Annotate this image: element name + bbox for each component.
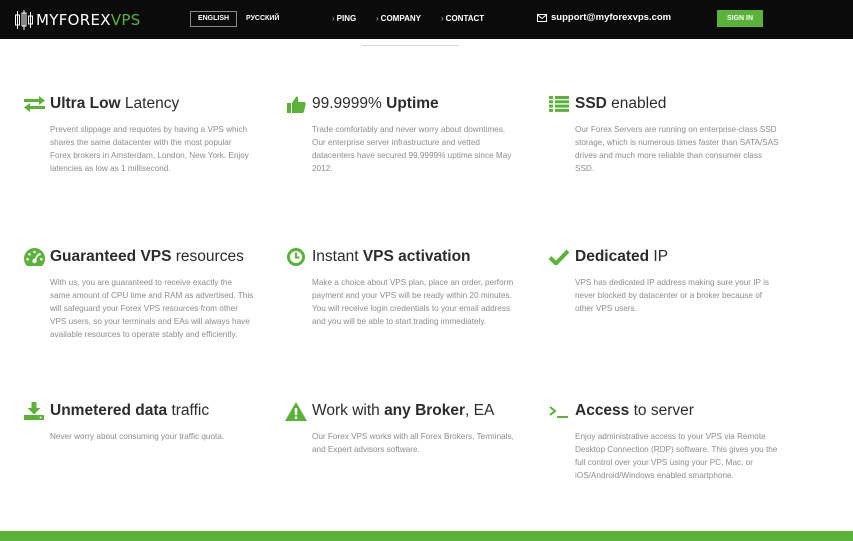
sign-in-button[interactable]: SIGN IN — [717, 10, 763, 27]
chevron-right-icon: › — [376, 14, 379, 23]
feature-heading: SSD enabled — [548, 93, 666, 115]
feature-heading: 99.9999% Uptime — [285, 93, 439, 115]
dashboard-gauge-icon — [23, 246, 45, 268]
feature-heading: Ultra Low Latency — [23, 93, 179, 115]
title-pre: Instant — [312, 248, 363, 265]
feature-description: VPS has dedicated IP address making sure… — [575, 278, 770, 313]
feature-heading: Access to server — [548, 400, 694, 422]
checkmark-icon — [548, 246, 570, 268]
logo-text: MYFOREXVPS — [36, 10, 141, 29]
feature-title: Dedicated IP — [575, 248, 668, 266]
top-navigation-bar: MYFOREXVPS ENGLISH РУССКИЙ › PING › COMPAN… — [0, 0, 853, 39]
feature-description: Our Forex VPS works with all Forex Broke… — [312, 432, 514, 454]
nav-label: COMPANY — [380, 14, 421, 23]
feature-title: Work with any Broker, EA — [312, 402, 494, 420]
feature-title: Unmetered data traffic — [50, 402, 209, 420]
title-bold: Dedicated — [575, 248, 650, 265]
feature-heading: Instant VPS activation — [285, 246, 471, 268]
title-rest: , EA — [465, 402, 495, 419]
title-rest: to server — [629, 402, 694, 419]
thumbs-up-icon — [285, 93, 307, 115]
feature-description: Trade comfortably and never worry about … — [312, 125, 512, 173]
feature-heading: Guaranteed VPS resources — [23, 246, 244, 268]
nav-label: PING — [336, 14, 357, 23]
feature-description: With us, you are guaranteed to receive e… — [50, 278, 254, 339]
language-russian-button[interactable]: РУССКИЙ — [246, 11, 279, 27]
title-rest: IP — [649, 248, 669, 265]
footer-green-bar — [0, 531, 853, 541]
support-email-link[interactable]: support@myforexvps.com — [537, 10, 671, 26]
chevron-right-icon: › — [332, 14, 335, 23]
feature-heading: Unmetered data traffic — [23, 400, 209, 422]
nav-link-company[interactable]: › COMPANY — [376, 11, 421, 27]
title-bold: SSD — [575, 95, 607, 112]
chevron-right-icon: › — [441, 14, 444, 23]
arrows-exchange-icon — [23, 93, 45, 115]
logo-text-white: MYFOREX — [36, 10, 111, 29]
warning-icon — [285, 400, 307, 422]
download-icon — [23, 400, 45, 422]
section-divider — [362, 45, 459, 46]
list-icon — [548, 93, 570, 115]
feature-title: SSD enabled — [575, 95, 666, 113]
nav-link-contact[interactable]: › CONTACT — [441, 11, 484, 27]
title-bold: Uptime — [386, 95, 439, 112]
title-bold: Guaranteed — [50, 248, 137, 265]
feature-heading: Dedicated IP — [548, 246, 668, 268]
title-bold: Ultra Low — [50, 95, 121, 112]
logo-text-green: VPS — [110, 10, 141, 29]
feature-description: Enjoy administrative access to your VPS … — [575, 432, 778, 480]
logo[interactable]: MYFOREXVPS — [15, 9, 141, 31]
title-rest: Latency — [120, 95, 180, 112]
feature-title: Instant VPS activation — [312, 248, 471, 266]
title-bold: Unmetered data — [50, 402, 168, 419]
title-rest: resources — [171, 248, 244, 265]
feature-description: Make a choice about VPS plan, place an o… — [312, 278, 514, 326]
feature-heading: Work with any Broker, EA — [285, 400, 494, 422]
feature-title: Ultra Low Latency — [50, 95, 179, 113]
feature-title: Access to server — [575, 402, 694, 420]
terminal-icon — [548, 400, 570, 422]
support-email-text: support@myforexvps.com — [551, 12, 672, 23]
language-english-button[interactable]: ENGLISH — [190, 11, 237, 27]
title-bold-2: VPS — [140, 248, 172, 265]
feature-description: Prevent slippage and requotes by having … — [50, 125, 249, 173]
title-pre: Work with — [312, 402, 385, 419]
nav-label: CONTACT — [445, 14, 485, 23]
feature-description: Our Forex Servers are running on enterpr… — [575, 125, 779, 173]
title-bold: any Broker — [384, 402, 466, 419]
feature-description: Never worry about consuming your traffic… — [50, 432, 225, 441]
title-bold: VPS activation — [362, 248, 471, 265]
envelope-icon — [537, 14, 547, 22]
title-rest: traffic — [167, 402, 210, 419]
feature-title: 99.9999% Uptime — [312, 95, 439, 113]
title-pre: 99.9999% — [312, 95, 387, 112]
candlestick-logo-icon — [15, 10, 33, 30]
nav-link-ping[interactable]: › PING — [332, 11, 356, 27]
feature-title: Guaranteed VPS resources — [50, 248, 244, 266]
title-bold: Access — [575, 402, 630, 419]
title-rest: enabled — [606, 95, 667, 112]
clock-icon — [285, 246, 307, 268]
